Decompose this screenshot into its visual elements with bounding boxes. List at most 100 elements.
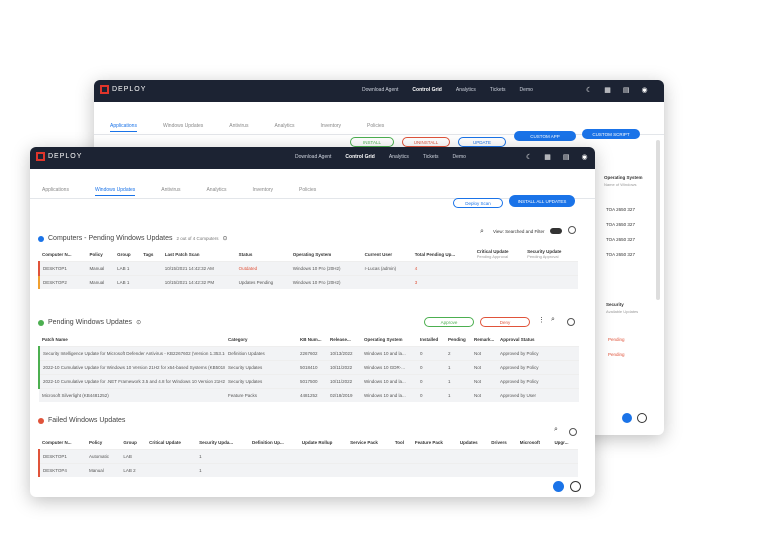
chat-icon[interactable] (622, 413, 632, 423)
table-row[interactable]: DESKTOP2 Manual LAB 1 10/15/2021 14:42:3… (39, 275, 578, 289)
tab-applications[interactable]: Applications (110, 123, 137, 132)
back-right-value: TOA 2650 327 (606, 207, 635, 212)
nav-download-agent[interactable]: Download Agent (295, 154, 331, 160)
back-right-value: TOA 2650 327 (606, 222, 635, 227)
install-button[interactable]: INSTALL (350, 137, 394, 147)
tab-windows-updates[interactable]: Windows Updates (163, 123, 203, 132)
chat-icon[interactable] (553, 481, 564, 492)
col-header[interactable]: Policy (86, 247, 114, 262)
settings-icon[interactable] (567, 318, 575, 326)
nav-tickets[interactable]: Tickets (490, 87, 506, 93)
table-row[interactable]: DESKTOP4 Manual LAB 2 1 (39, 463, 578, 477)
col-header[interactable]: Current User (362, 247, 412, 262)
section-title: Failed Windows Updates (48, 417, 126, 424)
tab-windows-updates[interactable]: Windows Updates (94, 187, 136, 196)
more-icon[interactable]: ⋮ (538, 316, 545, 324)
back-tabs: Applications Windows Updates Antivirus A… (110, 123, 384, 132)
tab-policies[interactable]: Policies (367, 123, 384, 132)
section-title: Computers - Pending Windows Updates (48, 235, 173, 242)
update-button[interactable]: UPDATE (458, 137, 506, 147)
doc-icon[interactable]: ▤ (623, 86, 630, 94)
table-row[interactable]: DESKTOP1 Automatic LAB 1 (39, 449, 578, 464)
filter-icon[interactable]: ⊙ (223, 235, 228, 242)
tab-analytics[interactable]: Analytics (274, 123, 294, 132)
grid-icon[interactable]: ▦ (544, 153, 551, 161)
col-header[interactable]: Status (236, 247, 290, 262)
front-window: DEPLOY Download Agent Control Grid Analy… (30, 147, 595, 497)
table-row[interactable]: 2022-10 Cumulative Update for .NET Frame… (39, 374, 579, 389)
tab-antivirus[interactable]: Antivirus (229, 123, 248, 132)
col-header[interactable]: Last Patch Scan (162, 247, 236, 262)
top-nav: Download Agent Control Grid Analytics Ti… (295, 154, 466, 160)
back-logo: DEPLOY (100, 85, 146, 94)
tab-inventory[interactable]: Inventory (252, 187, 273, 196)
col-header[interactable]: Computer N... (39, 247, 86, 262)
back-scrollbar[interactable] (656, 140, 660, 300)
back-top-bar: DEPLOY Download Agent Control Grid Analy… (94, 80, 664, 102)
tab-inventory[interactable]: Inventory (320, 123, 341, 132)
nav-tickets[interactable]: Tickets (423, 154, 439, 160)
section-pending-updates: Pending Windows Updates ⊙ (38, 319, 141, 326)
search-icon[interactable]: ⌕ (551, 316, 555, 324)
section-title: Pending Windows Updates (48, 319, 133, 326)
nav-demo[interactable]: Demo (453, 154, 466, 160)
uninstall-button[interactable]: UNINSTALL (402, 137, 450, 147)
back-status: Pending (608, 337, 625, 342)
tab-policies[interactable]: Policies (299, 187, 316, 196)
moon-icon[interactable]: ☾ (526, 153, 532, 161)
col-header[interactable]: Operating System (290, 247, 362, 262)
grid-icon[interactable]: ▦ (604, 86, 611, 94)
logo: DEPLOY (36, 152, 82, 161)
globe-icon[interactable] (637, 413, 647, 423)
tab-applications[interactable]: Applications (42, 187, 69, 196)
back-right-value: TOA 2650 327 (606, 237, 635, 242)
custom-script-button[interactable]: CUSTOM SCRIPT (582, 129, 640, 139)
doc-icon[interactable]: ▤ (563, 153, 570, 161)
settings-icon[interactable] (568, 226, 576, 234)
col-header[interactable]: Total Pending Up... (412, 247, 474, 262)
top-bar: DEPLOY Download Agent Control Grid Analy… (30, 147, 595, 169)
search-icon[interactable]: ⌕ (554, 426, 558, 434)
col-header[interactable]: Critical Update Pending Approval (474, 247, 524, 262)
view-filter-toggle[interactable] (550, 228, 562, 234)
table-row[interactable]: DESKTOP1 Manual LAB 1 10/15/2021 14:42:3… (39, 261, 578, 276)
section-failed-updates: Failed Windows Updates (38, 417, 125, 424)
search-icon[interactable]: ⌕ (480, 228, 484, 236)
section-pending-computers: Computers - Pending Windows Updates 2 ou… (38, 235, 228, 242)
nav-control-grid[interactable]: Control Grid (412, 87, 441, 93)
col-header[interactable]: Security Update Pending Approval (524, 247, 578, 262)
back-top-nav: Download Agent Control Grid Analytics Ti… (362, 87, 533, 93)
table-row[interactable]: Security Intelligence Update for Microso… (39, 346, 579, 361)
alert-dot-icon (38, 417, 44, 424)
check-dot-icon (38, 319, 44, 326)
user-icon[interactable]: ◉ (642, 86, 648, 94)
col-header[interactable]: Tags (140, 247, 162, 262)
back-right-header: Operating System (604, 175, 643, 180)
back-top-icons: ☾ ▦ ▤ ◉ (586, 86, 648, 94)
table-row[interactable]: 2022-10 Cumulative Update for Windows 10… (39, 360, 579, 375)
nav-demo[interactable]: Demo (520, 87, 533, 93)
nav-analytics[interactable]: Analytics (456, 87, 476, 93)
deny-button[interactable]: Deny (480, 317, 530, 327)
view-filter-label: View: Searched and Filter (493, 229, 545, 234)
top-icons: ☾ ▦ ▤ ◉ (526, 153, 588, 161)
install-all-updates-button[interactable]: INSTALL ALL UPDATES (509, 195, 575, 207)
back-status: Pending (608, 352, 625, 357)
nav-download-agent[interactable]: Download Agent (362, 87, 398, 93)
back-right-sub: Name of Windows (604, 182, 637, 187)
table-header-row: Computer N... Policy Group Critical Upda… (42, 439, 569, 445)
deploy-scan-button[interactable]: Deploy Scan (453, 198, 503, 208)
globe-icon[interactable] (570, 481, 581, 492)
filter-icon[interactable]: ⊙ (136, 319, 141, 326)
user-icon[interactable]: ◉ (582, 153, 588, 161)
col-header[interactable]: Group (114, 247, 140, 262)
tab-antivirus[interactable]: Antivirus (161, 187, 180, 196)
moon-icon[interactable]: ☾ (586, 86, 592, 94)
approve-button[interactable]: Approve (424, 317, 474, 327)
tab-analytics[interactable]: Analytics (206, 187, 226, 196)
nav-control-grid[interactable]: Control Grid (345, 154, 374, 160)
custom-app-button[interactable]: CUSTOM APP (514, 131, 576, 141)
table-row[interactable]: Microsoft Silverlight (KB4481252) Featur… (39, 388, 579, 402)
back-security-sub: Available Updates (606, 309, 639, 314)
nav-analytics[interactable]: Analytics (389, 154, 409, 160)
